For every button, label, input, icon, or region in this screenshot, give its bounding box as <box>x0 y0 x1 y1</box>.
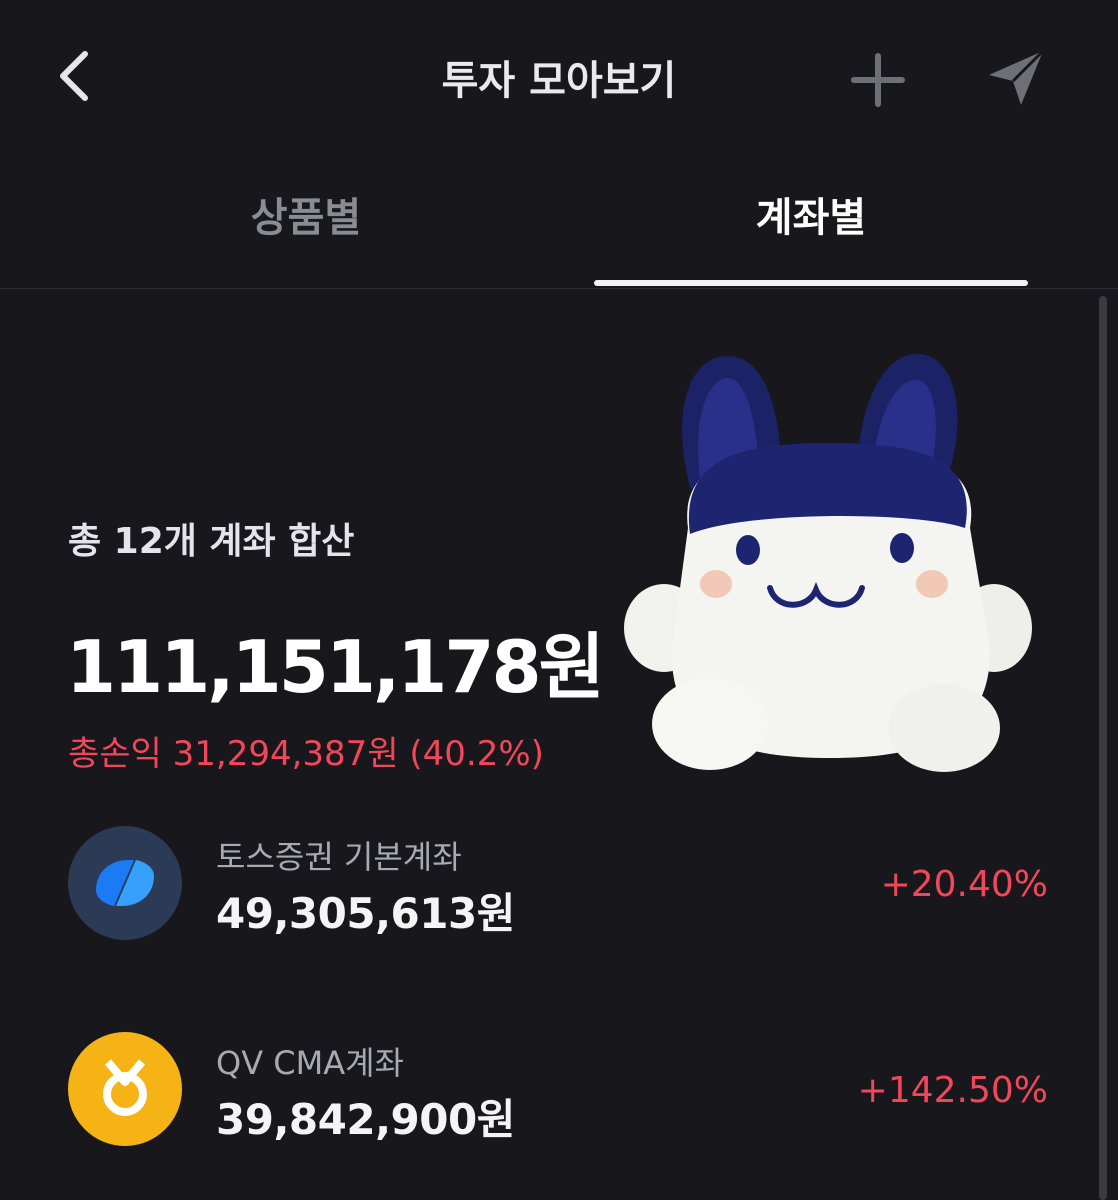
total-profit: 총손익 31,294,387원 (40.2%) <box>68 734 544 774</box>
nh-logo-icon <box>68 1032 182 1146</box>
send-icon <box>989 49 1045 105</box>
account-name: 토스증권 기본계좌 <box>216 838 462 876</box>
tab-by-product[interactable]: 상품별 <box>56 160 556 288</box>
account-name: QV CMA계좌 <box>216 1044 404 1082</box>
summary-label: 총 12개 계좌 합산 <box>68 521 355 562</box>
account-balance: 49,305,613원 <box>216 889 515 938</box>
scrollbar[interactable] <box>1099 296 1107 1200</box>
account-return-rate: +142.50% <box>857 1070 1048 1111</box>
account-return-rate: +20.40% <box>880 864 1048 905</box>
total-amount: 111,151,178원 <box>66 625 605 709</box>
tab-bar: 상품별 계좌별 <box>0 160 1118 289</box>
toss-logo-icon <box>68 826 182 940</box>
page-title: 투자 모아보기 <box>441 58 677 104</box>
account-row-qv-cma[interactable]: QV CMA계좌 39,842,900원 +142.50% <box>60 1032 1070 1162</box>
account-row-toss[interactable]: 토스증권 기본계좌 49,305,613원 +20.40% <box>60 826 1070 956</box>
share-button[interactable] <box>978 40 1054 116</box>
plus-icon <box>851 53 905 107</box>
active-tab-indicator <box>594 280 1028 286</box>
top-nav-bar: 투자 모아보기 <box>0 0 1118 160</box>
tab-by-account[interactable]: 계좌별 <box>594 160 1028 288</box>
mascot-plush-image <box>624 353 1032 772</box>
add-button[interactable] <box>842 44 914 116</box>
account-balance: 39,842,900원 <box>216 1095 515 1144</box>
